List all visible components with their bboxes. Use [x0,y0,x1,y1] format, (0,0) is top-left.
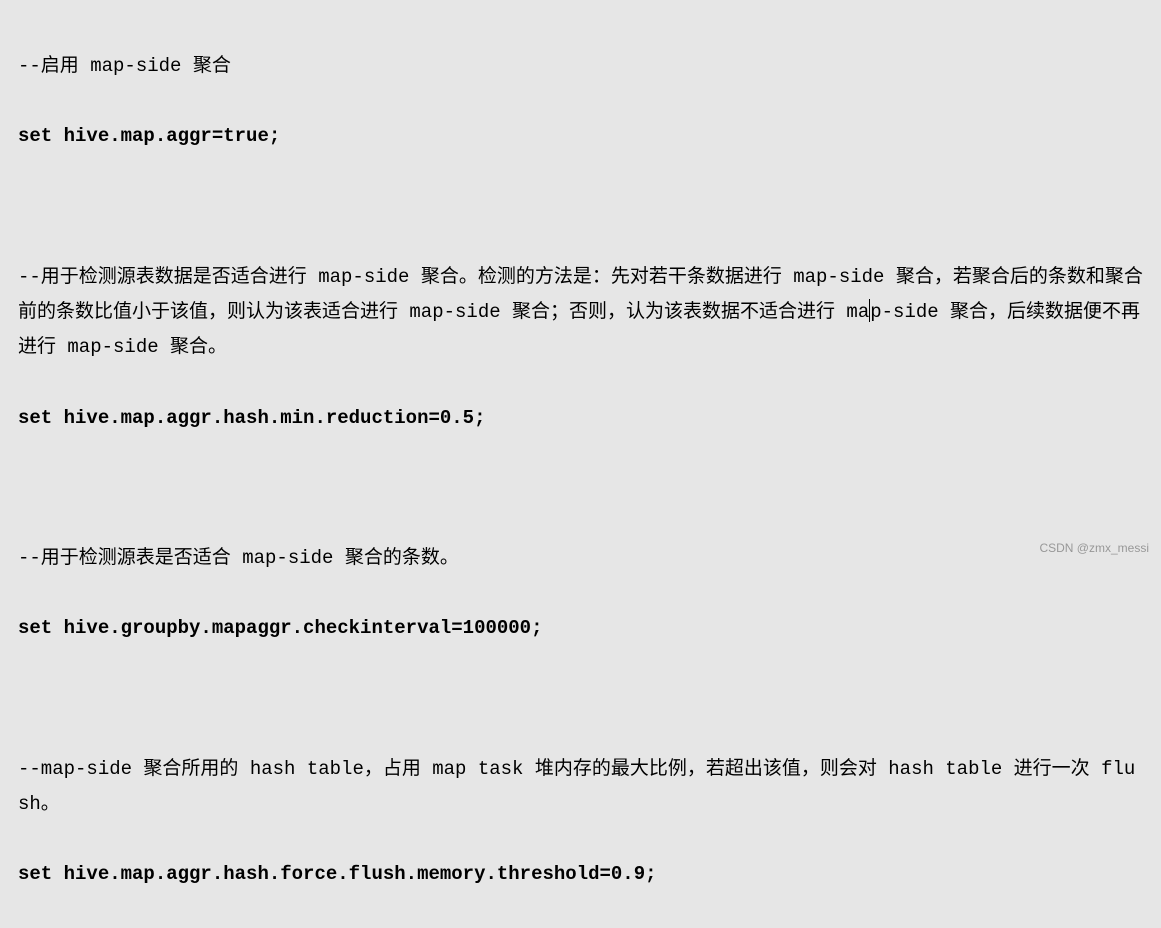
text-cursor [869,299,870,322]
config-line-4: set hive.map.aggr.hash.force.flush.memor… [18,857,1143,892]
config-line-2: set hive.map.aggr.hash.min.reduction=0.5… [18,401,1143,436]
blank-line [18,190,1143,225]
comment-line-3: --用于检测源表是否适合 map-side 聚合的条数。 [18,541,1143,576]
blank-line [18,471,1143,506]
config-line-1: set hive.map.aggr=true; [18,119,1143,154]
blank-line [18,682,1143,717]
comment-line-2: --用于检测源表数据是否适合进行 map-side 聚合。检测的方法是：先对若干… [18,260,1143,365]
comment-line-1: --启用 map-side 聚合 [18,49,1143,84]
watermark-text: CSDN @zmx_messi [1039,537,1149,559]
comment-line-4: --map-side 聚合所用的 hash table，占用 map task … [18,752,1143,822]
comment-text-after-cursor: p [870,301,881,323]
config-line-3: set hive.groupby.mapaggr.checkinterval=1… [18,611,1143,646]
code-content: --启用 map-side 聚合 set hive.map.aggr=true;… [18,14,1143,928]
